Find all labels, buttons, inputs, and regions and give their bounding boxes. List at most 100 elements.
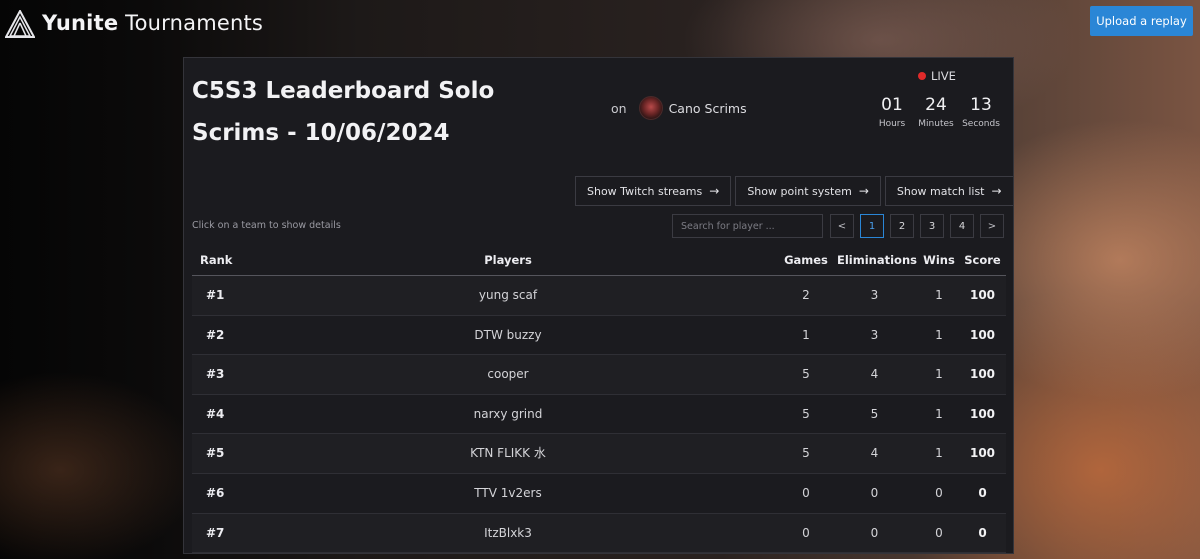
row-games: 5 (802, 446, 810, 461)
show-twitch-streams-label: Show Twitch streams (587, 184, 703, 198)
row-rank: #7 (206, 525, 225, 540)
row-games: 0 (802, 485, 810, 500)
brand-name-rest: Tournaments (118, 11, 264, 35)
arrow-right-icon: → (991, 184, 1002, 198)
row-eliminations: 4 (870, 367, 879, 382)
row-games: 2 (802, 288, 810, 302)
row-eliminations: 5 (870, 406, 879, 421)
table-row[interactable]: #2 DTW buzzy 1 3 1 100 (192, 316, 1006, 356)
arrow-right-icon: → (709, 184, 720, 198)
row-games: 1 (802, 327, 810, 342)
row-score: 100 (969, 406, 996, 421)
row-games: 5 (802, 367, 810, 382)
leaderboard-rows: #1 yung scaf 2 3 1 100 #2 DTW buzzy 1 3 … (192, 276, 1006, 553)
row-player: cooper (487, 367, 529, 382)
row-wins: 0 (935, 525, 943, 540)
row-wins: 1 (935, 446, 943, 461)
countdown-minutes-value: 24 (925, 95, 947, 115)
table-row[interactable]: #5 KTN FLIKK 水 5 4 1 100 (192, 434, 1006, 474)
prev-page-button[interactable]: < (830, 214, 854, 238)
show-twitch-streams-button[interactable]: Show Twitch streams → (575, 176, 732, 206)
action-buttons: Show Twitch streams → Show point system … (575, 176, 1013, 206)
table-row[interactable]: #3 cooper 5 4 1 100 (192, 355, 1006, 395)
next-page-button[interactable]: > (980, 214, 1004, 238)
countdown-hours-value: 01 (881, 95, 903, 115)
brand-name[interactable]: Yunite Tournaments (42, 11, 263, 35)
row-rank: #1 (206, 288, 225, 302)
upload-replay-button[interactable]: Upload a replay (1090, 6, 1193, 36)
chevron-right-icon: > (987, 220, 997, 232)
show-point-system-button[interactable]: Show point system → (735, 176, 881, 206)
column-rank: Rank (200, 253, 233, 267)
page-button-2[interactable]: 2 (890, 214, 914, 238)
leaderboard-panel: C5S3 Leaderboard Solo Scrims - 10/06/202… (183, 57, 1014, 554)
row-games: 5 (802, 406, 810, 421)
row-eliminations: 0 (870, 485, 879, 500)
countdown-seconds: 13 Seconds (959, 94, 1003, 129)
table-header: Rank Players Games Eliminations Wins Sco… (192, 245, 1006, 276)
row-player: ItzBlxk3 (484, 525, 532, 540)
row-rank: #4 (206, 406, 225, 421)
row-eliminations: 3 (870, 288, 879, 302)
page-title: C5S3 Leaderboard Solo Scrims - 10/06/202… (192, 78, 495, 146)
row-eliminations: 0 (870, 525, 879, 540)
row-score: 100 (969, 367, 996, 382)
show-match-list-label: Show match list (896, 184, 985, 198)
row-score: 100 (969, 327, 996, 342)
row-rank: #6 (206, 485, 225, 500)
table-row[interactable]: #7 ItzBlxk3 0 0 0 0 (192, 513, 1006, 553)
row-eliminations: 4 (870, 446, 879, 461)
pagination: < 1 2 3 4 > (830, 214, 1004, 238)
live-label: LIVE (931, 69, 956, 83)
details-hint: Click on a team to show details (192, 220, 341, 231)
row-eliminations: 3 (870, 327, 879, 342)
organizer-name[interactable]: Cano Scrims (669, 101, 747, 116)
table-row[interactable]: #1 yung scaf 2 3 1 100 (192, 276, 1006, 316)
row-player: TTV 1v2ers (474, 485, 542, 500)
brand-name-bold: Yunite (42, 11, 119, 35)
table-row[interactable]: #4 narxy grind 5 5 1 100 (192, 395, 1006, 435)
column-games: Games (784, 253, 828, 267)
arrow-right-icon: → (858, 184, 869, 198)
row-player: DTW buzzy (474, 327, 542, 342)
table-row[interactable]: #6 TTV 1v2ers 0 0 0 0 (192, 474, 1006, 514)
row-rank: #5 (206, 446, 225, 461)
organizer: on Cano Scrims (611, 94, 747, 122)
organizer-on-label: on (611, 100, 627, 116)
row-player: KTN FLIKK 水 (470, 446, 546, 461)
yunite-logo-icon (5, 10, 35, 38)
row-games: 0 (802, 525, 810, 540)
column-players: Players (484, 253, 532, 267)
player-search-input[interactable] (672, 214, 823, 238)
row-wins: 1 (935, 288, 943, 302)
chevron-left-icon: < (837, 220, 847, 232)
page-button-4[interactable]: 4 (950, 214, 974, 238)
row-wins: 1 (935, 406, 943, 421)
column-eliminations: Eliminations (837, 253, 917, 267)
show-match-list-button[interactable]: Show match list → (884, 176, 1013, 206)
top-bar: Yunite Tournaments Upload a replay (0, 0, 1200, 50)
page-button-1[interactable]: 1 (860, 214, 884, 238)
countdown-hours-label: Hours (878, 119, 906, 129)
countdown: 01 Hours 24 Minutes 13 Seconds (872, 94, 1003, 129)
row-wins: 1 (935, 367, 943, 382)
column-score: Score (964, 253, 1001, 267)
row-score: 100 (969, 288, 996, 302)
avatar (638, 96, 663, 120)
row-rank: #3 (206, 367, 225, 382)
row-rank: #2 (206, 327, 225, 342)
countdown-seconds-label: Seconds (962, 119, 1000, 129)
row-score: 100 (969, 446, 996, 461)
countdown-minutes-label: Minutes (918, 119, 954, 129)
row-score: 0 (978, 525, 987, 540)
live-dot-icon (918, 72, 926, 80)
countdown-minutes: 24 Minutes (915, 94, 957, 129)
countdown-seconds-value: 13 (970, 95, 992, 115)
row-wins: 1 (935, 327, 943, 342)
column-wins: Wins (923, 253, 955, 267)
show-point-system-label: Show point system (747, 184, 852, 198)
countdown-hours: 01 Hours (872, 94, 912, 129)
page-button-3[interactable]: 3 (920, 214, 944, 238)
row-player: yung scaf (478, 288, 538, 302)
row-wins: 0 (935, 485, 943, 500)
